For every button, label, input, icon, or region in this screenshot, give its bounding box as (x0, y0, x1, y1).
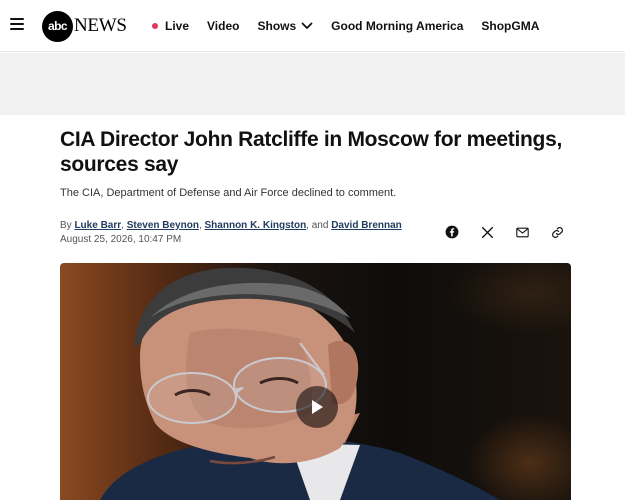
facebook-icon (445, 225, 459, 239)
site-header: abc NEWS Live Video Shows Good Morning A… (0, 0, 625, 52)
nav-video-label: Video (207, 19, 240, 33)
play-icon (312, 400, 323, 414)
copy-link-button[interactable] (548, 223, 566, 241)
video-thumbnail-image (100, 267, 500, 500)
nav-shows[interactable]: Shows (257, 19, 313, 33)
x-icon (481, 226, 493, 238)
nav-shop-label: ShopGMA (481, 19, 540, 33)
menu-icon[interactable] (10, 18, 24, 31)
ad-placeholder (0, 53, 625, 115)
video-play-button[interactable] (296, 386, 338, 428)
author-link[interactable]: Steven Beynon (127, 220, 199, 231)
nav-gma-label: Good Morning America (331, 19, 464, 33)
abc-news-logo[interactable]: abc NEWS (42, 10, 127, 42)
main-nav: Live Video Shows Good Morning America Sh… (152, 17, 539, 35)
article-headline: CIA Director John Ratcliffe in Moscow fo… (60, 128, 562, 176)
email-share-button[interactable] (513, 223, 531, 241)
nav-good-morning-america[interactable]: Good Morning America (331, 19, 463, 33)
author-link[interactable]: Shannon K. Kingston (205, 220, 307, 231)
logo-word: NEWS (74, 15, 127, 36)
publish-timestamp: August 25, 2026, 10:47 PM (60, 234, 182, 245)
article-subhead: The CIA, Department of Defense and Air F… (60, 187, 397, 199)
logo-circle: abc (42, 10, 73, 42)
chevron-down-icon (301, 22, 313, 29)
nav-shows-label: Shows (257, 19, 297, 33)
nav-live-label: Live (165, 19, 190, 33)
byline: By Luke Barr, Steven Beynon, Shannon K. … (60, 220, 402, 231)
nav-video[interactable]: Video (207, 19, 239, 33)
nav-live[interactable]: Live (152, 19, 189, 33)
author-link[interactable]: David Brennan (331, 220, 402, 231)
hero-video[interactable] (60, 263, 571, 500)
x-share-button[interactable] (478, 223, 496, 241)
byline-prefix: By (60, 220, 72, 231)
byline-and: , and (306, 220, 329, 231)
share-bar (443, 223, 566, 241)
author-link[interactable]: Luke Barr (74, 220, 121, 231)
link-icon (551, 226, 563, 238)
live-dot-icon (152, 23, 158, 29)
nav-shopgma[interactable]: ShopGMA (481, 19, 539, 33)
email-icon (515, 227, 529, 237)
facebook-share-button[interactable] (443, 223, 461, 241)
